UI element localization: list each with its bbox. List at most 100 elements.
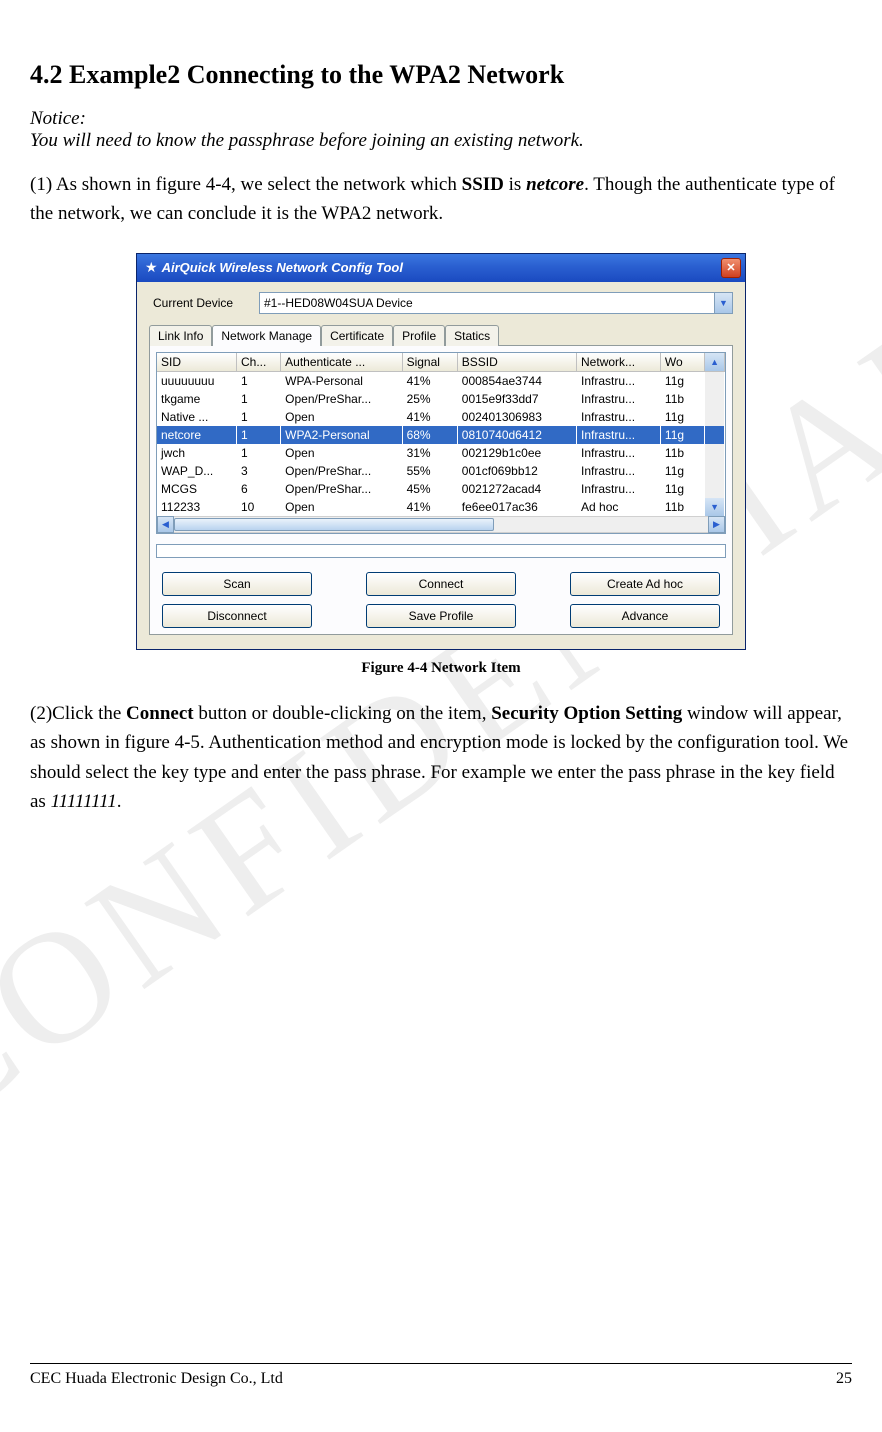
close-icon[interactable]: ✕: [721, 258, 741, 278]
table-cell: 11g: [660, 480, 704, 498]
table-cell: jwch: [157, 444, 236, 462]
tab-strip: Link Info Network Manage Certificate Pro…: [149, 324, 733, 346]
notice-label: Notice:: [30, 108, 852, 130]
disconnect-button[interactable]: Disconnect: [162, 604, 312, 628]
scrollbar-track[interactable]: [705, 444, 725, 462]
device-input[interactable]: [260, 293, 714, 313]
table-cell: Open/PreShar...: [281, 390, 402, 408]
section-heading: 4.2 Example2 Connecting to the WPA2 Netw…: [30, 60, 852, 90]
column-header[interactable]: Wo: [660, 353, 704, 372]
network-manage-pane: SID Ch... Authenticate ... Signal BSSID …: [149, 346, 733, 635]
security-option-setting: Security Option Setting: [491, 703, 682, 724]
table-cell: Open: [281, 408, 402, 426]
table-cell: 3: [236, 462, 280, 480]
table-row[interactable]: 11223310Open41%fe6ee017ac36Ad hoc11b▼: [157, 498, 725, 516]
column-header[interactable]: Signal: [402, 353, 457, 372]
tab-statics[interactable]: Statics: [445, 325, 499, 346]
table-cell: Infrastru...: [577, 480, 661, 498]
table-row[interactable]: uuuuuuuu1WPA-Personal41%000854ae3744Infr…: [157, 371, 725, 390]
table-cell: 41%: [402, 498, 457, 516]
table-header-row: SID Ch... Authenticate ... Signal BSSID …: [157, 353, 725, 372]
scrollbar-track[interactable]: [705, 408, 725, 426]
table-cell: Infrastru...: [577, 371, 661, 390]
paragraph-1: (1) As shown in figure 4-4, we select th…: [30, 170, 852, 229]
paragraph-2: (2)Click the Connect button or double-cl…: [30, 699, 852, 817]
scrollbar-thumb[interactable]: [174, 518, 494, 531]
titlebar: ★ AirQuick Wireless Network Config Tool …: [137, 254, 745, 282]
table-cell: 002129b1c0ee: [457, 444, 576, 462]
scroll-down-icon[interactable]: ▼: [705, 498, 725, 516]
tab-link-info[interactable]: Link Info: [149, 325, 212, 346]
table-cell: 11g: [660, 426, 704, 444]
table-cell: Open: [281, 498, 402, 516]
scroll-left-icon[interactable]: ◀: [157, 516, 174, 533]
table-cell: Infrastru...: [577, 462, 661, 480]
window-title: AirQuick Wireless Network Config Tool: [162, 260, 721, 275]
scrollbar-track[interactable]: [705, 371, 725, 390]
table-cell: 1: [236, 371, 280, 390]
table-row[interactable]: Native ...1Open41%002401306983Infrastru.…: [157, 408, 725, 426]
column-header[interactable]: Network...: [577, 353, 661, 372]
table-cell: 11g: [660, 371, 704, 390]
page-footer: CEC Huada Electronic Design Co., Ltd 25: [30, 1363, 852, 1388]
table-cell: 11g: [660, 408, 704, 426]
table-row[interactable]: tkgame1Open/PreShar...25%0015e9f33dd7Inf…: [157, 390, 725, 408]
scrollbar-track[interactable]: [705, 480, 725, 498]
table-row[interactable]: netcore1WPA2-Personal68%0810740d6412Infr…: [157, 426, 725, 444]
scrollbar-track[interactable]: [705, 426, 725, 444]
table-cell: 6: [236, 480, 280, 498]
scan-button[interactable]: Scan: [162, 572, 312, 596]
passphrase-example: 11111111: [51, 791, 117, 812]
table-row[interactable]: jwch1Open31%002129b1c0eeInfrastru...11b: [157, 444, 725, 462]
scrollbar-track[interactable]: [174, 516, 708, 533]
table-cell: 11b: [660, 498, 704, 516]
table-cell: 0810740d6412: [457, 426, 576, 444]
table-row[interactable]: WAP_D...3Open/PreShar...55%001cf069bb12I…: [157, 462, 725, 480]
column-header[interactable]: Authenticate ...: [281, 353, 402, 372]
table-cell: 41%: [402, 408, 457, 426]
column-header[interactable]: Ch...: [236, 353, 280, 372]
table-cell: 1: [236, 426, 280, 444]
table-cell: Native ...: [157, 408, 236, 426]
table-cell: 31%: [402, 444, 457, 462]
connect-button[interactable]: Connect: [366, 572, 516, 596]
figure-caption: Figure 4-4 Network Item: [30, 660, 852, 677]
table-cell: fe6ee017ac36: [457, 498, 576, 516]
tab-network-manage[interactable]: Network Manage: [212, 325, 321, 346]
column-header[interactable]: SID: [157, 353, 236, 372]
app-icon: ★: [145, 259, 158, 276]
page-number: 25: [836, 1370, 852, 1388]
scroll-up-icon[interactable]: ▲: [705, 353, 725, 372]
column-header[interactable]: BSSID: [457, 353, 576, 372]
chevron-down-icon[interactable]: ▼: [714, 293, 732, 313]
table-cell: WPA-Personal: [281, 371, 402, 390]
table-cell: 41%: [402, 371, 457, 390]
table-cell: 001cf069bb12: [457, 462, 576, 480]
footer-company: CEC Huada Electronic Design Co., Ltd: [30, 1370, 283, 1388]
horizontal-scrollbar[interactable]: ◀ ▶: [157, 516, 725, 533]
table-cell: 45%: [402, 480, 457, 498]
scrollbar-track[interactable]: [705, 462, 725, 480]
tab-profile[interactable]: Profile: [393, 325, 445, 346]
scroll-right-icon[interactable]: ▶: [708, 516, 725, 533]
ssid-value: netcore: [526, 174, 584, 195]
table-cell: 11b: [660, 390, 704, 408]
table-cell: 1: [236, 390, 280, 408]
table-cell: Infrastru...: [577, 426, 661, 444]
device-combobox[interactable]: ▼: [259, 292, 733, 314]
table-cell: Infrastru...: [577, 390, 661, 408]
table-cell: 000854ae3744: [457, 371, 576, 390]
save-profile-button[interactable]: Save Profile: [366, 604, 516, 628]
table-cell: 1: [236, 408, 280, 426]
advance-button[interactable]: Advance: [570, 604, 720, 628]
table-cell: 11b: [660, 444, 704, 462]
table-row[interactable]: MCGS6Open/PreShar...45%0021272acad4Infra…: [157, 480, 725, 498]
app-window: ★ AirQuick Wireless Network Config Tool …: [136, 253, 746, 650]
device-label: Current Device: [149, 296, 259, 310]
create-adhoc-button[interactable]: Create Ad hoc: [570, 572, 720, 596]
table-cell: uuuuuuuu: [157, 371, 236, 390]
network-table[interactable]: SID Ch... Authenticate ... Signal BSSID …: [156, 352, 726, 534]
tab-certificate[interactable]: Certificate: [321, 325, 393, 346]
table-cell: WPA2-Personal: [281, 426, 402, 444]
scrollbar-track[interactable]: [705, 390, 725, 408]
